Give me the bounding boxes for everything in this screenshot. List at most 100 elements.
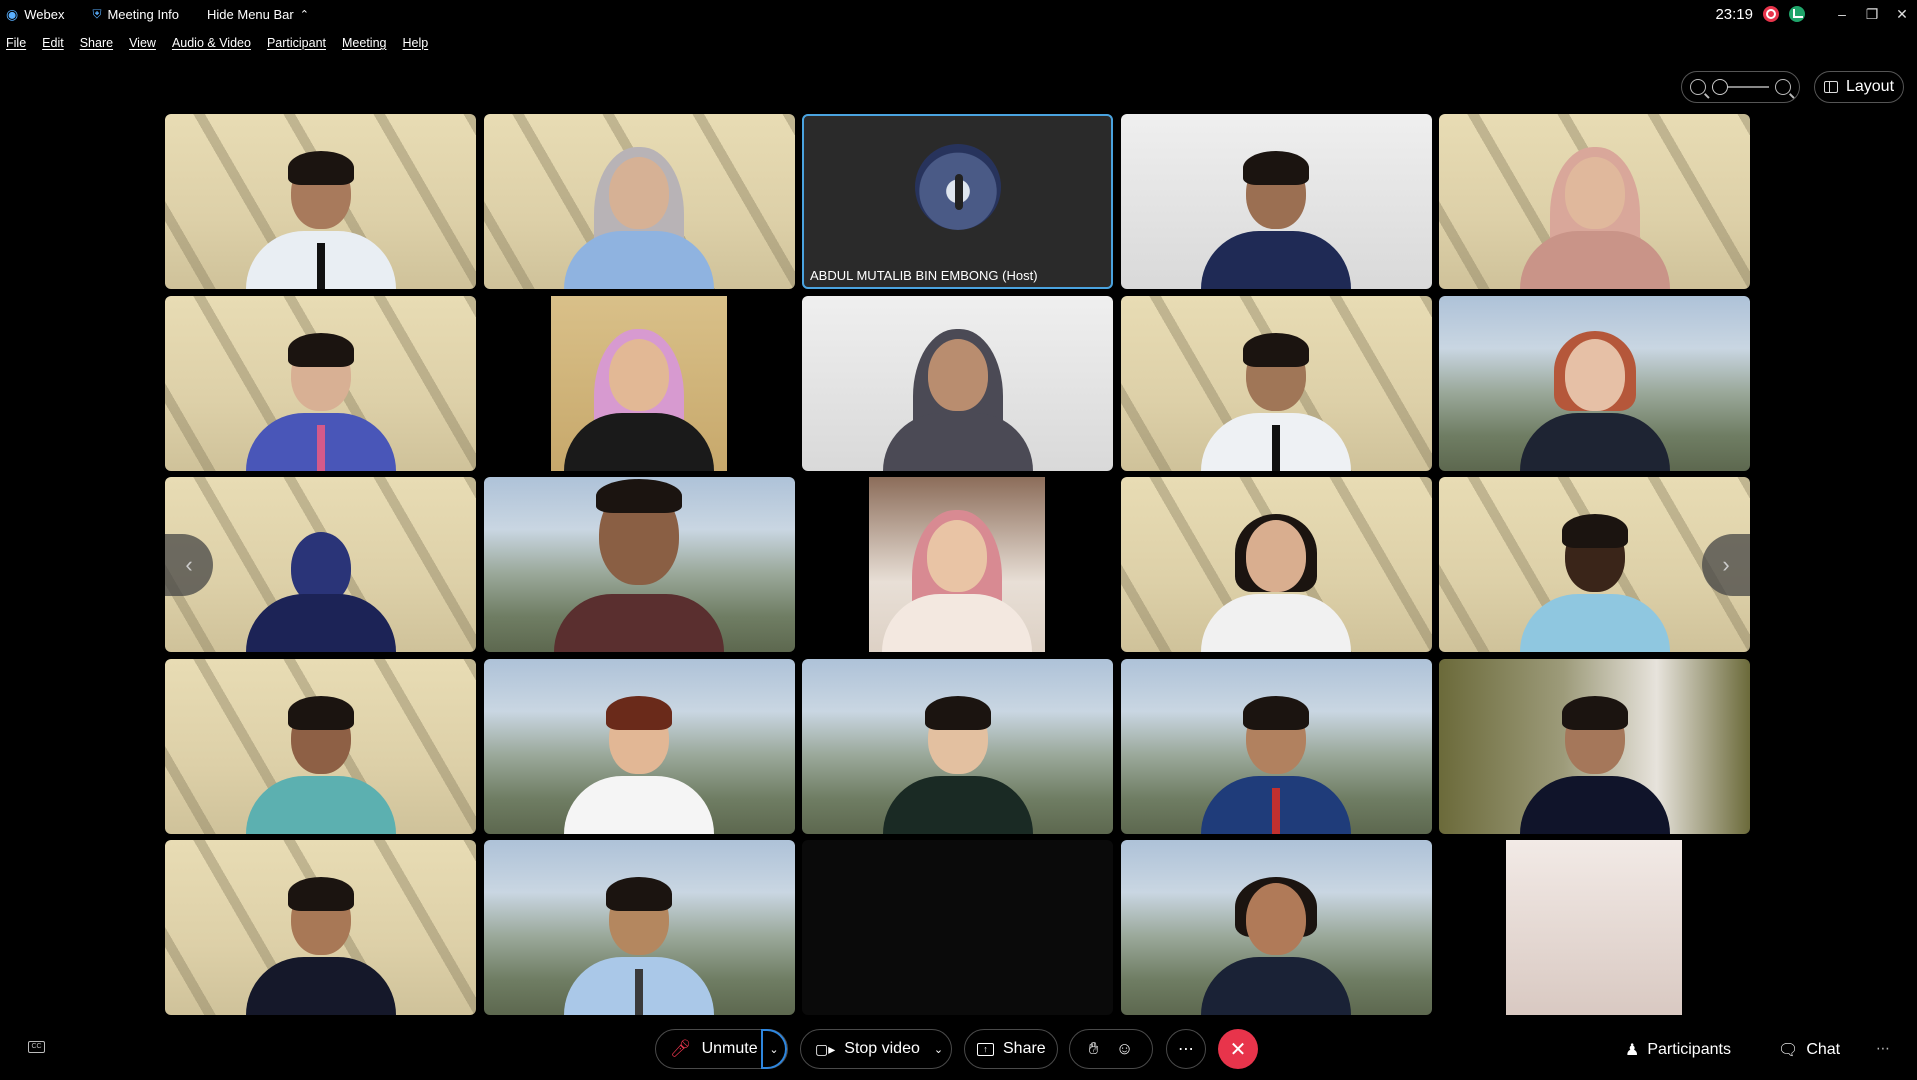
- more-options-button[interactable]: ⋯: [1166, 1029, 1206, 1069]
- layout-label: Layout: [1845, 78, 1895, 95]
- emoji-icon[interactable]: ☺: [1116, 1039, 1133, 1059]
- video-tile[interactable]: [165, 658, 476, 834]
- record-icon[interactable]: [1763, 6, 1779, 22]
- participant-video: [564, 139, 714, 289]
- share-label: Share: [1003, 1040, 1046, 1057]
- chevron-left-icon: ‹: [185, 552, 193, 577]
- video-tile-host[interactable]: ABDUL MUTALIB BIN EMBONG (Host): [802, 114, 1113, 289]
- participant-video: [1519, 321, 1670, 471]
- video-tile[interactable]: [1120, 658, 1432, 834]
- menu-bar: File Edit Share View Audio & Video Parti…: [0, 32, 438, 54]
- video-tile[interactable]: [1439, 840, 1750, 1015]
- webex-logo-icon: ◉: [6, 5, 19, 22]
- meeting-info-label: Meeting Info: [107, 6, 180, 22]
- zoom-track[interactable]: [1712, 79, 1769, 95]
- participant-video: [1201, 321, 1351, 471]
- participant-video: [564, 684, 714, 834]
- chevron-right-icon: ›: [1722, 552, 1730, 577]
- video-tile[interactable]: [483, 840, 795, 1015]
- chevron-up-icon: ⌃: [299, 8, 309, 21]
- panel-more-icon[interactable]: ⋯: [1876, 1040, 1890, 1057]
- video-tile[interactable]: [165, 295, 476, 471]
- reactions-group: ✋︎ ☺: [1069, 1029, 1153, 1069]
- zoom-out-icon[interactable]: [1690, 79, 1706, 95]
- participant-video: [1201, 684, 1351, 834]
- chevron-down-icon[interactable]: ⌄: [934, 1043, 943, 1056]
- menu-share[interactable]: Share: [80, 36, 113, 50]
- camera-icon: ▢▸: [815, 1040, 836, 1057]
- participant-video: [882, 502, 1032, 652]
- video-tile-off[interactable]: [802, 840, 1113, 1015]
- participant-video: [882, 321, 1033, 471]
- video-tile[interactable]: [802, 658, 1113, 834]
- participants-label: Participants: [1647, 1041, 1731, 1058]
- unmute-label: Unmute: [701, 1040, 758, 1057]
- participant-video: [245, 321, 396, 471]
- minimize-button[interactable]: –: [1827, 0, 1857, 28]
- zoom-in-icon[interactable]: [1775, 79, 1791, 95]
- raise-hand-icon[interactable]: ✋︎: [1089, 1039, 1099, 1059]
- more-icon: ⋯: [1178, 1041, 1194, 1058]
- participant-video: [1201, 139, 1351, 289]
- title-bar: ◉ Webex ⛨ Meeting Info Hide Menu Bar ⌃ 2…: [0, 0, 1917, 28]
- video-tile[interactable]: [483, 114, 795, 289]
- video-tile[interactable]: [483, 658, 795, 834]
- stop-video-button[interactable]: ▢▸ Stop video ⌄: [800, 1029, 952, 1069]
- host-name-label: ABDUL MUTALIB BIN EMBONG (Host): [810, 268, 1038, 283]
- closed-caption-icon[interactable]: CC: [28, 1041, 45, 1053]
- video-tile[interactable]: [1120, 295, 1432, 471]
- video-tile[interactable]: [483, 477, 795, 652]
- menu-file[interactable]: File: [6, 36, 26, 50]
- menu-audio-video[interactable]: Audio & Video: [172, 36, 251, 50]
- meeting-info-button[interactable]: ⛨ Meeting Info: [92, 7, 179, 22]
- participant-video: [245, 865, 396, 1015]
- unmute-button[interactable]: 🎤︎ Unmute ⌄: [655, 1029, 788, 1069]
- chat-label: Chat: [1806, 1041, 1841, 1058]
- participant-video-frame: [550, 295, 727, 471]
- participant-video: [1519, 684, 1670, 834]
- hide-menu-bar-button[interactable]: Hide Menu Bar ⌃: [207, 7, 309, 22]
- menu-meeting[interactable]: Meeting: [342, 36, 386, 50]
- share-button[interactable]: ↑ Share: [964, 1029, 1058, 1069]
- restore-button[interactable]: ❐: [1857, 0, 1887, 28]
- video-tile[interactable]: [1120, 840, 1432, 1015]
- chat-icon: 🗨︎: [1778, 1042, 1799, 1059]
- participant-video: [1201, 865, 1351, 1015]
- mic-muted-icon: 🎤︎: [670, 1039, 692, 1058]
- menu-participant[interactable]: Participant: [267, 36, 326, 50]
- host-avatar: [915, 144, 1001, 230]
- shield-icon: ⛨: [92, 6, 102, 21]
- video-tile[interactable]: [1439, 658, 1750, 834]
- participant-video: [1201, 502, 1351, 652]
- hide-menu-bar-label: Hide Menu Bar: [207, 6, 294, 22]
- zoom-knob[interactable]: [1712, 79, 1728, 95]
- participants-button[interactable]: ♟ Participants: [1625, 1040, 1731, 1060]
- video-tile[interactable]: [165, 840, 476, 1015]
- video-tile[interactable]: [165, 114, 476, 289]
- chevron-down-icon: ⌄: [769, 1043, 779, 1056]
- menu-help[interactable]: Help: [402, 36, 428, 50]
- menu-view[interactable]: View: [129, 36, 156, 50]
- close-window-button[interactable]: ✕: [1887, 0, 1917, 28]
- end-call-button[interactable]: ✕: [1218, 1029, 1258, 1069]
- video-tile[interactable]: [1439, 114, 1750, 289]
- participant-video: [1519, 139, 1670, 289]
- video-tile[interactable]: [1120, 114, 1432, 289]
- meeting-toolbar: CC 🎤︎ Unmute ⌄ ▢▸ Stop video ⌄ ↑ Share ✋…: [0, 1026, 1917, 1072]
- network-icon[interactable]: [1789, 6, 1805, 22]
- stop-video-label: Stop video: [844, 1040, 920, 1057]
- video-tile[interactable]: [483, 295, 795, 471]
- video-tile[interactable]: [1120, 477, 1432, 652]
- participant-video: [245, 502, 396, 652]
- video-tile[interactable]: [802, 477, 1113, 652]
- video-tile[interactable]: [1439, 295, 1750, 471]
- chat-button[interactable]: 🗨︎ Chat: [1778, 1040, 1840, 1060]
- zoom-slider[interactable]: [1681, 71, 1800, 103]
- participant-video-frame: [1506, 840, 1682, 1015]
- end-call-icon: ✕: [1229, 1038, 1247, 1061]
- participant-video: [1519, 502, 1670, 652]
- video-tile[interactable]: [802, 295, 1113, 471]
- audio-options-dropdown[interactable]: ⌄: [761, 1029, 787, 1069]
- menu-edit[interactable]: Edit: [42, 36, 64, 50]
- layout-button[interactable]: Layout: [1814, 71, 1904, 103]
